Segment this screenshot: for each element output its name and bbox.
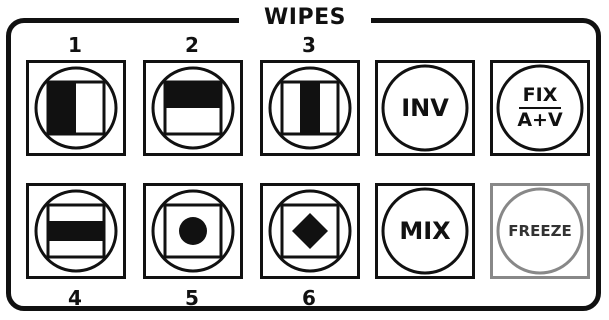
fix-av-button[interactable]: FIX A+V [490,60,590,156]
freeze-label: FREEZE [508,222,572,240]
wipe-6-button[interactable] [260,183,360,279]
mix-button[interactable]: MIX [375,183,475,279]
inv-label: INV [401,94,449,122]
wipe-number-3: 3 [302,33,316,57]
mix-label: MIX [399,217,451,245]
wipe-horizontal-center-bar-icon [26,183,126,279]
wipe-number-6: 6 [302,286,316,310]
wipe-number-1: 1 [68,33,82,57]
wipe-5-button[interactable] [143,183,243,279]
wipe-1-button[interactable] [26,60,126,156]
wipe-3-button[interactable] [260,60,360,156]
av-label: A+V [517,109,563,131]
wipe-vertical-center-bar-icon [260,60,360,156]
wipe-vertical-split-left-icon [26,60,126,156]
panel-title: WIPES [239,2,371,34]
wipe-circle-iris-icon [143,183,243,279]
inv-button[interactable]: INV [375,60,475,156]
freeze-button[interactable]: FREEZE [490,183,590,279]
wipe-diamond-iris-icon [260,183,360,279]
wipe-2-button[interactable] [143,60,243,156]
wipe-horizontal-split-top-icon [143,60,243,156]
wipe-number-5: 5 [185,286,199,310]
wipe-number-2: 2 [185,33,199,57]
fix-label: FIX [518,85,562,109]
wipes-panel: WIPES 1 2 3 4 5 6 INV FIX A+V MIX FREEZE [0,0,609,320]
wipe-4-button[interactable] [26,183,126,279]
wipe-number-4: 4 [68,286,82,310]
fix-av-label: FIX A+V [490,60,590,156]
